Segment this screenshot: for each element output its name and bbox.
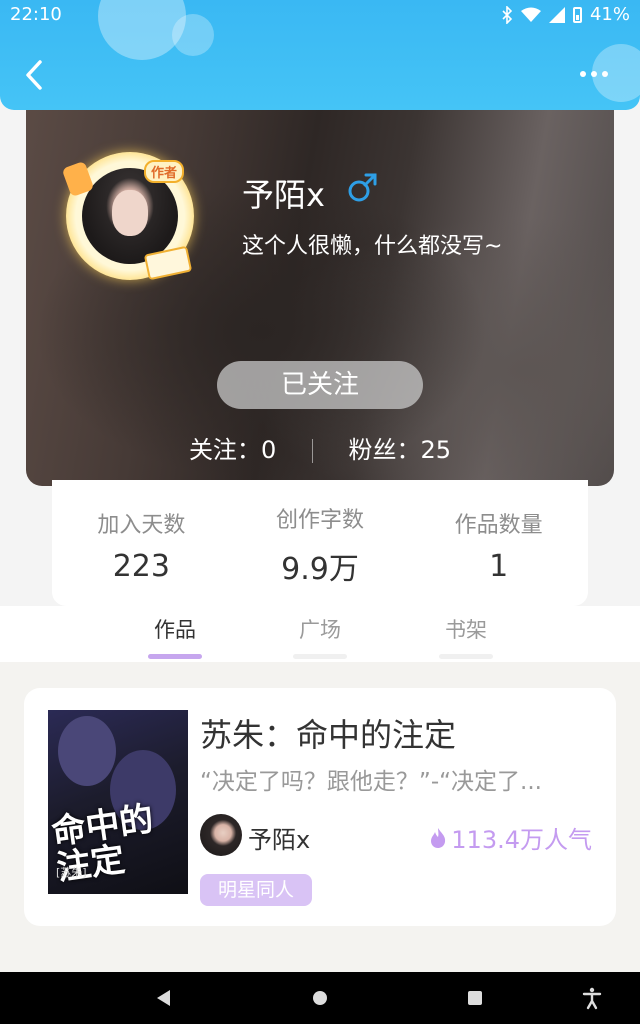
book-cover: 命中的注定 [苏朱] [48, 710, 188, 894]
work-card[interactable]: 命中的注定 [苏朱] 苏朱：命中的注定 “决定了吗？跟他走？”-“决定了... … [24, 688, 616, 926]
work-author-row: 予陌x 113.4万人气 [200, 814, 592, 858]
battery-level: 41% [589, 4, 630, 25]
stat-value: 223 [112, 548, 170, 584]
stat-label: 创作字数 [275, 508, 364, 533]
tab-label: 作品 [154, 618, 196, 642]
stat-value: 1 [489, 548, 509, 584]
male-icon [348, 173, 377, 202]
stat-label: 作品数量 [454, 512, 543, 538]
cover-figure [58, 716, 116, 786]
back-triangle-icon[interactable] [152, 986, 176, 1010]
status-icons: 41% [501, 4, 630, 25]
system-nav-bar [0, 972, 640, 1024]
more-dot-icon [580, 71, 586, 77]
following-label: 关注： [188, 436, 261, 464]
profile-tabs: 作品 广场 书架 [0, 606, 640, 662]
works-list: 命中的注定 [苏朱] 苏朱：命中的注定 “决定了吗？跟他走？”-“决定了... … [0, 662, 640, 972]
fans-stat[interactable]: 粉丝：25 [349, 430, 452, 465]
more-options-button[interactable] [576, 62, 612, 86]
status-bar: 22:10 41% [0, 0, 640, 30]
home-circle-icon[interactable] [308, 986, 332, 1010]
stat-works-count: 作品数量 1 [410, 503, 587, 584]
author-badge: 作者 [144, 160, 185, 183]
cover-subtitle: [苏朱] [56, 866, 87, 879]
accessibility-icon[interactable] [580, 986, 604, 1010]
popularity: 113.4万人气 [429, 820, 592, 855]
following-stat[interactable]: 关注：0 [189, 430, 276, 465]
follow-button[interactable]: 已关注 [217, 361, 423, 409]
battery-icon [572, 6, 582, 23]
bluetooth-icon [502, 5, 513, 24]
wifi-icon [520, 7, 541, 22]
profile-card: 作者 予陌x 这个人很懒，什么都没写~ 已关注 关注：0 粉丝：25 [26, 100, 614, 486]
signal-icon [548, 6, 565, 23]
more-dot-icon [602, 71, 608, 77]
tab-works[interactable]: 作品 [135, 614, 215, 659]
user-name: 予陌x [242, 176, 325, 214]
author-avatar [200, 814, 242, 856]
author-name: 予陌x [248, 826, 311, 854]
status-time: 22:10 [10, 4, 62, 25]
tab-indicator [293, 654, 347, 659]
following-count: 0 [260, 436, 277, 464]
user-bio: 这个人很懒，什么都没写~ [242, 234, 503, 259]
tab-bookshelf[interactable]: 书架 [426, 614, 506, 659]
tab-indicator [148, 654, 202, 659]
tab-label: 广场 [299, 618, 341, 642]
tab-indicator [439, 654, 493, 659]
tab-square[interactable]: 广场 [280, 614, 360, 659]
stat-word-count: 创作字数 9.9万 [232, 498, 409, 588]
stat-value: 9.9万 [281, 552, 359, 587]
stats-card: 加入天数 223 创作字数 9.9万 作品数量 1 [52, 480, 588, 606]
recents-square-icon[interactable] [463, 986, 487, 1010]
back-button[interactable] [20, 58, 50, 92]
fans-count: 25 [420, 436, 452, 464]
tab-label: 书架 [445, 618, 487, 642]
flame-icon [431, 827, 446, 848]
top-header: 22:10 41% [0, 0, 640, 110]
genre-tag[interactable]: 明星同人 [200, 874, 313, 906]
chevron-left-icon [26, 60, 42, 90]
stats-divider [311, 439, 313, 463]
more-dot-icon [591, 71, 597, 77]
fans-label: 粉丝： [348, 436, 421, 464]
popularity-value: 113.4万人气 [451, 826, 592, 854]
follow-stats: 关注：0 粉丝：25 [26, 430, 614, 465]
work-description: “决定了吗？跟他走？”-“决定了... [200, 769, 542, 795]
stat-join-days: 加入天数 223 [53, 503, 230, 584]
avatar-frame[interactable]: 作者 [61, 152, 194, 281]
avatar-face [112, 190, 148, 236]
stat-label: 加入天数 [97, 512, 186, 538]
work-title: 苏朱：命中的注定 [200, 716, 457, 754]
